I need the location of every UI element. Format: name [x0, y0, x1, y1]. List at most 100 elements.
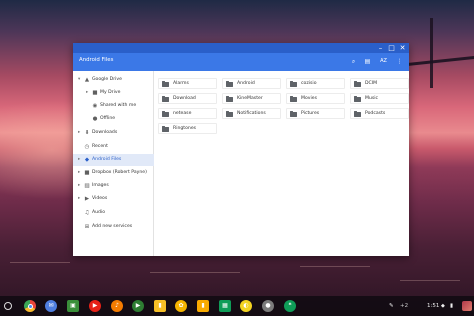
chrome-center-dot	[27, 303, 33, 309]
sidebar-item-android-files[interactable]: ▸ ◆ Android Files	[73, 154, 154, 166]
folder-item[interactable]: cozisio	[286, 78, 345, 89]
audio-icon: ♫	[84, 210, 90, 216]
sidebar-item-my-drive[interactable]: ▸ ■ My Drive	[73, 87, 154, 99]
music-icon[interactable]: ♪	[111, 300, 123, 312]
gmail-icon[interactable]: ✉	[45, 300, 57, 312]
sidebar-item-offline[interactable]: ● Offline	[73, 113, 154, 125]
folder-item[interactable]: Pictures	[286, 108, 345, 119]
folder-name: Download	[173, 96, 196, 101]
folder-icon	[162, 81, 169, 87]
sidebar-item-label: My Drive	[100, 90, 121, 95]
sidebar-item-label: Videos	[92, 196, 108, 201]
people-icon: ◉	[92, 103, 98, 109]
minimize-icon[interactable]: –	[376, 44, 385, 52]
folder-icon	[290, 96, 297, 102]
close-icon[interactable]: ✕	[398, 44, 407, 52]
folder-item[interactable]: Android	[222, 78, 281, 89]
sort-button[interactable]: AZ	[378, 56, 389, 67]
youtube-icon[interactable]: ▶	[89, 300, 101, 312]
folder-item[interactable]: Alarms	[158, 78, 217, 89]
offline-pin-icon: ●	[92, 116, 98, 122]
window-titlebar[interactable]: – □ ✕	[73, 43, 409, 53]
sidebar-item-recent[interactable]: ◷ Recent	[73, 141, 154, 153]
folder-name: Android	[237, 81, 255, 86]
chevron-right-icon[interactable]: ▸	[78, 156, 83, 164]
sidebar-item-add-new-services[interactable]: ⊞ Add new services	[73, 221, 154, 233]
launcher-icon[interactable]	[4, 302, 12, 310]
folder-icon: ■	[84, 170, 90, 176]
play-store-icon[interactable]: ▶	[132, 300, 144, 312]
folder-icon	[290, 111, 297, 117]
folder-item[interactable]: Notifications	[222, 108, 281, 119]
maximize-icon[interactable]: □	[387, 44, 396, 52]
hangouts-icon[interactable]: ❝	[284, 300, 296, 312]
sidebar-item-label: Add new services	[92, 224, 133, 229]
wallpaper-ripple	[400, 280, 460, 281]
add-icon: ⊞	[84, 224, 90, 230]
folder-icon	[354, 111, 361, 117]
wallpaper-ripple	[150, 272, 240, 273]
folder-name: netease	[173, 111, 192, 116]
app-toolbar: Android Files ⌕ ▤ AZ ⋮	[73, 53, 409, 71]
folder-icon	[162, 126, 169, 132]
folder-icon	[226, 111, 233, 117]
sidebar-item-videos[interactable]: ▸ ▶ Videos	[73, 193, 154, 205]
photos-icon[interactable]: ✿	[175, 300, 187, 312]
chevron-right-icon[interactable]: ▸	[78, 182, 83, 190]
folder-item[interactable]: Movies	[286, 93, 345, 104]
chevron-right-icon[interactable]: ▸	[78, 195, 83, 203]
folder-name: Alarms	[173, 81, 189, 86]
folder-icon	[226, 96, 233, 102]
wallpaper-ripple	[300, 266, 370, 267]
folder-name: DCIM	[365, 81, 378, 86]
tasks-icon[interactable]: ●	[262, 300, 274, 312]
sidebar-item-label: Images	[92, 183, 109, 188]
folder-name: Ringtones	[173, 126, 197, 131]
chevron-right-icon[interactable]: ▸	[78, 169, 83, 177]
folder-item[interactable]: Download	[158, 93, 217, 104]
files-icon[interactable]: ▣	[67, 300, 79, 312]
folder-icon	[354, 96, 361, 102]
analytics-icon[interactable]: ▮	[197, 300, 209, 312]
sidebar-item-google-drive[interactable]: ▾ ▲ Google Drive	[73, 74, 154, 86]
grid-view-icon[interactable]: ▤	[362, 56, 373, 67]
sheets-icon[interactable]: ▦	[219, 300, 231, 312]
folder-icon	[162, 111, 169, 117]
keep-icon[interactable]: ▮	[154, 300, 166, 312]
chevron-right-icon[interactable]: ▸	[86, 89, 91, 97]
folder-icon	[226, 81, 233, 87]
chrome-icon[interactable]	[24, 300, 36, 312]
sidebar-item-label: Android Files	[92, 157, 122, 162]
sidebar-item-audio[interactable]: ♫ Audio	[73, 207, 154, 219]
folder-item[interactable]: netease	[158, 108, 217, 119]
chevron-down-icon[interactable]: ▾	[78, 76, 83, 84]
sidebar-item-downloads[interactable]: ▸ ⬇ Downloads	[73, 127, 154, 139]
folder-item[interactable]: KineMaster	[222, 93, 281, 104]
notification-count[interactable]: +2	[400, 302, 408, 310]
search-icon[interactable]: ⌕	[348, 56, 359, 67]
folder-item[interactable]: Ringtones	[158, 123, 217, 134]
wallpaper-bridge-tower	[430, 18, 433, 88]
sidebar-item-shared-with-me[interactable]: ◉ Shared with me	[73, 100, 154, 112]
folder-name: Music	[365, 96, 379, 101]
battery-icon[interactable]: ▮	[450, 302, 453, 310]
drive-icon: ▲	[84, 77, 90, 83]
sidebar-item-label: Google Drive	[92, 77, 122, 82]
chevron-right-icon[interactable]: ▸	[78, 129, 83, 137]
folder-item[interactable]: Podcasts	[350, 108, 409, 119]
more-vert-icon[interactable]: ⋮	[394, 56, 405, 67]
lemon-app-icon[interactable]: ◐	[240, 300, 252, 312]
stylus-icon[interactable]: ✎	[389, 302, 394, 310]
folder-icon	[162, 96, 169, 102]
sidebar-item-images[interactable]: ▸ ▨ Images	[73, 180, 154, 192]
folder-item[interactable]: DCIM	[350, 78, 409, 89]
sidebar-item-label: Downloads	[92, 130, 118, 135]
sidebar-item-dropbox-robert-payne[interactable]: ▸ ■ Dropbox (Robert Payne)	[73, 167, 154, 179]
sidebar: ▾ ▲ Google Drive ▸ ■ My Drive ◉ Shared with me ●…	[73, 71, 154, 256]
folder-name: KineMaster	[237, 96, 263, 101]
folder-item[interactable]: Music	[350, 93, 409, 104]
folder-icon	[290, 81, 297, 87]
clock-time[interactable]: 1:51	[427, 302, 439, 310]
avatar[interactable]	[462, 301, 472, 311]
wifi-icon[interactable]: ◆	[441, 302, 445, 310]
